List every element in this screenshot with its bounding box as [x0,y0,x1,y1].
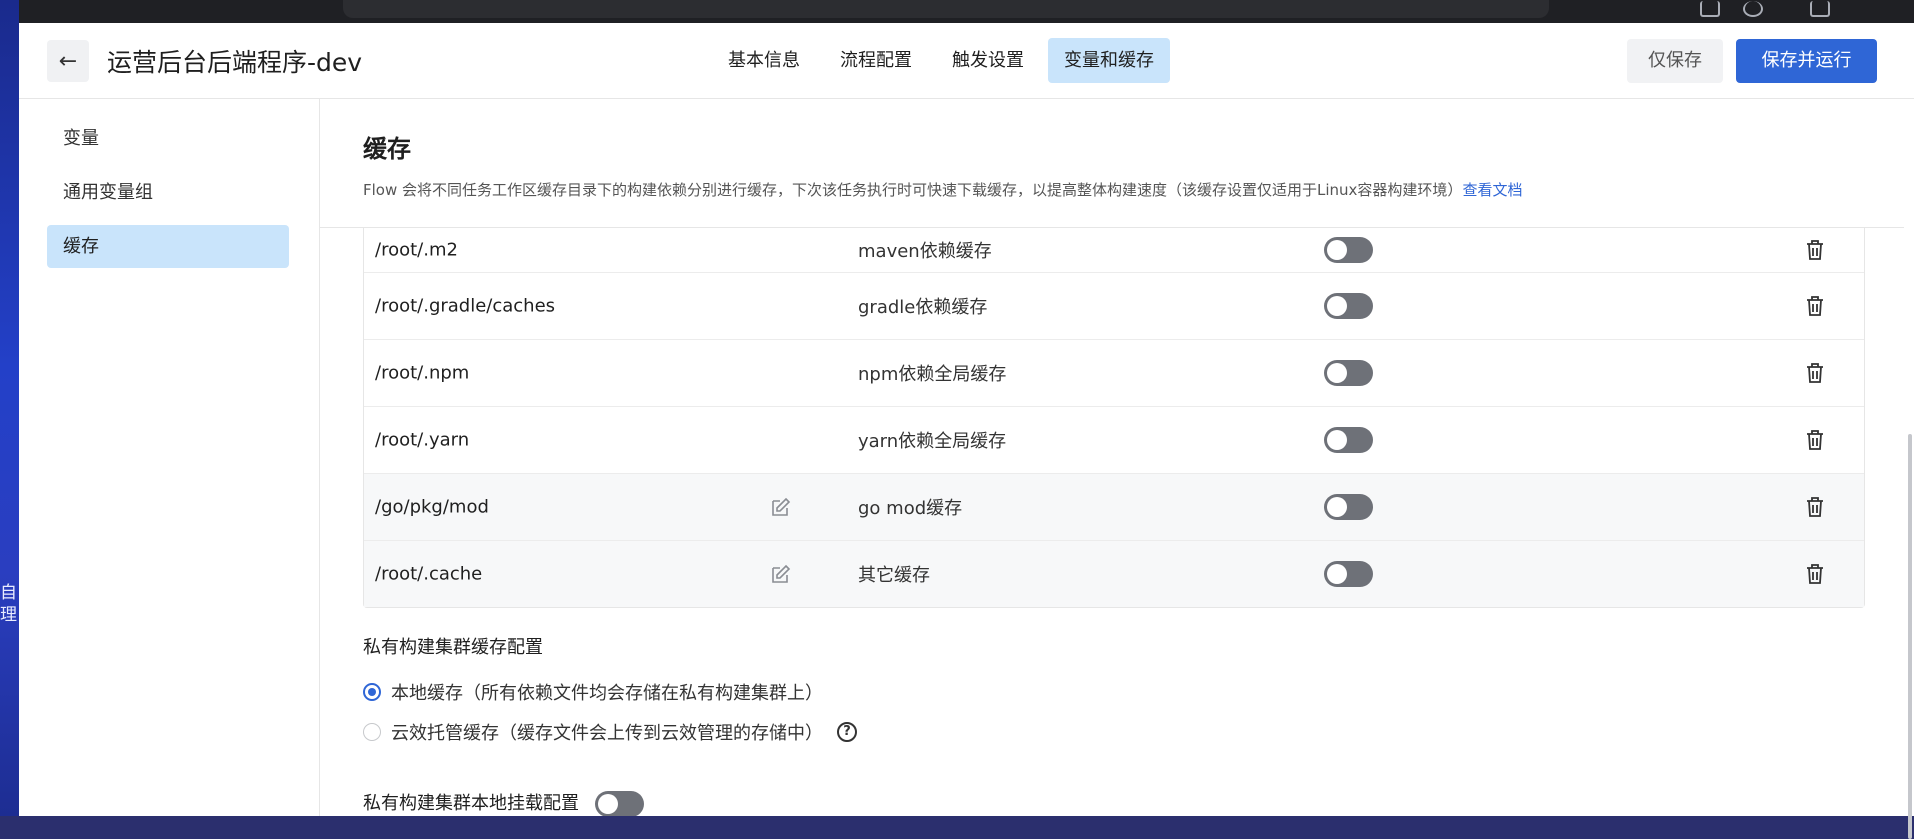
address-bar[interactable] [343,0,1549,18]
sidebar-item-variable-groups[interactable]: 通用变量组 [47,171,289,214]
help-icon[interactable]: ? [837,722,857,742]
cache-path: /root/.gradle/caches [375,295,556,317]
scrollbar[interactable] [1904,99,1914,839]
browser-toolbar [19,0,1914,23]
menu-icon[interactable] [1810,1,1830,17]
cache-description: Flow 会将不同任务工作区缓存目录下的构建依赖分别进行缓存，下次该任务执行时可… [363,179,1522,200]
mount-toggle[interactable] [594,791,644,816]
edit-icon[interactable] [771,564,791,584]
radio-checked[interactable] [363,683,381,701]
cache-desc: 其它缓存 [858,565,930,586]
tab-variables-cache[interactable]: 变量和缓存 [1048,38,1170,83]
cache-path: /root/.yarn [375,429,470,451]
trash-icon[interactable] [1805,496,1825,518]
table-row: /root/.yarn yarn依赖全局缓存 [364,407,1864,474]
cache-toggle[interactable] [1324,494,1373,520]
mount-title-text: 私有构建集群本地挂载配置 [363,793,579,814]
cache-desc: go mod缓存 [858,498,963,519]
radio-label: 云效托管缓存（缓存文件会上传到云效管理的存储中） [391,723,823,744]
back-button[interactable]: ← [47,40,89,82]
tab-basic-info[interactable]: 基本信息 [712,38,816,83]
cache-toggle[interactable] [1324,293,1373,319]
sidebar-item-cache[interactable]: 缓存 [47,225,289,268]
main-content: 缓存 Flow 会将不同任务工作区缓存目录下的构建依赖分别进行缓存，下次该任务执… [320,99,1914,816]
cache-toggle[interactable] [1324,427,1373,453]
cache-desc: maven依赖缓存 [858,241,992,262]
cache-path: /root/.m2 [375,239,458,261]
radio-label: 本地缓存（所有依赖文件均会存储在私有构建集群上） [391,683,823,704]
table-row: /root/.npm npm依赖全局缓存 [364,340,1864,407]
table-row: /root/.cache 其它缓存 [364,541,1864,607]
trash-icon[interactable] [1805,362,1825,384]
tab-bar: 基本信息 流程配置 触发设置 变量和缓存 [712,38,1170,83]
radio-local-cache[interactable]: 本地缓存（所有依赖文件均会存储在私有构建集群上） [363,679,823,705]
trash-icon[interactable] [1805,295,1825,317]
window-icon[interactable] [1700,1,1720,17]
cache-toggle[interactable] [1324,360,1373,386]
tab-trigger-settings[interactable]: 触发设置 [936,38,1040,83]
trash-icon[interactable] [1805,429,1825,451]
page-header: ← 运营后台后端程序-dev 基本信息 流程配置 触发设置 变量和缓存 仅保存 … [19,23,1914,99]
cache-desc: yarn依赖全局缓存 [858,431,1007,452]
desktop-glyph: 自 [0,583,17,603]
cache-path: /go/pkg/mod [375,496,489,518]
cache-description-text: Flow 会将不同任务工作区缓存目录下的构建依赖分别进行缓存，下次该任务执行时可… [363,181,1463,199]
cache-toggle[interactable] [1324,237,1373,263]
cache-path: /root/.npm [375,362,470,384]
cache-desc: gradle依赖缓存 [858,297,988,318]
save-and-run-button[interactable]: 保存并运行 [1736,39,1877,83]
desktop-background: 自 理 [0,0,19,816]
table-row: /go/pkg/mod go mod缓存 [364,474,1864,541]
cache-toggle[interactable] [1324,561,1373,587]
table-row: /root/.gradle/caches gradle依赖缓存 [364,273,1864,340]
account-icon[interactable] [1743,1,1763,17]
edit-icon[interactable] [771,497,791,517]
private-cluster-cache-title: 私有构建集群缓存配置 [363,637,543,658]
scrollbar-thumb[interactable] [1908,434,1912,839]
sidebar-item-variables[interactable]: 变量 [47,117,289,160]
desktop-glyph: 理 [0,605,17,625]
arrow-left-icon: ← [58,48,78,74]
cache-section-title: 缓存 [363,135,411,163]
pipeline-title: 运营后台后端程序-dev [107,48,363,77]
app-window: ← 运营后台后端程序-dev 基本信息 流程配置 触发设置 变量和缓存 仅保存 … [19,23,1914,839]
trash-icon[interactable] [1805,563,1825,585]
trash-icon[interactable] [1805,239,1825,261]
cache-desc: npm依赖全局缓存 [858,364,1007,385]
view-docs-link[interactable]: 查看文档 [1462,181,1522,199]
table-row: /root/.m2 maven依赖缓存 [364,228,1864,273]
tab-flow-config[interactable]: 流程配置 [824,38,928,83]
private-cluster-mount-title: 私有构建集群本地挂载配置 [363,789,644,816]
sidebar: 变量 通用变量组 缓存 [19,99,320,816]
radio-cloud-cache[interactable]: 云效托管缓存（缓存文件会上传到云效管理的存储中） ? [363,719,857,745]
radio-unchecked[interactable] [363,723,381,741]
cache-path: /root/.cache [375,563,483,585]
save-only-button[interactable]: 仅保存 [1627,39,1723,83]
cache-table: /root/.m2 maven依赖缓存 /root/.gradle/caches… [363,228,1865,608]
